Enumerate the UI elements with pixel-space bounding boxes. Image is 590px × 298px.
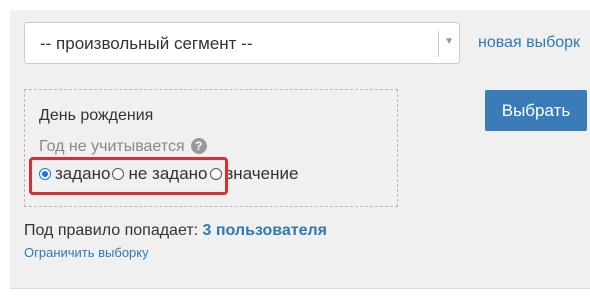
new-selection-link[interactable]: новая выборк xyxy=(478,34,580,52)
radio-label-value: значение xyxy=(225,164,299,183)
highlight-frame xyxy=(29,157,228,195)
triangle-down-icon[interactable]: ▼ xyxy=(444,36,454,47)
segment-select[interactable]: -- произвольный сегмент -- ▼ xyxy=(24,22,460,64)
question-circle-icon[interactable]: ? xyxy=(190,138,207,154)
bottom-divider xyxy=(10,288,590,289)
select-separator xyxy=(438,31,439,57)
result-line: Под правило попадает: 3 пользователя xyxy=(24,222,327,240)
limit-selection-link[interactable]: Ограничить выборку xyxy=(24,245,149,260)
filter-title: День рождения xyxy=(39,107,154,124)
result-count-link[interactable]: 3 пользователя xyxy=(203,222,327,239)
year-note: Год не учитывается xyxy=(39,138,185,155)
result-prefix: Под правило попадает: xyxy=(24,222,199,239)
segment-select-value: -- произвольный сегмент -- xyxy=(40,34,253,53)
year-note-line: Год не учитывается? xyxy=(39,138,207,156)
select-button[interactable]: Выбрать xyxy=(485,90,587,131)
